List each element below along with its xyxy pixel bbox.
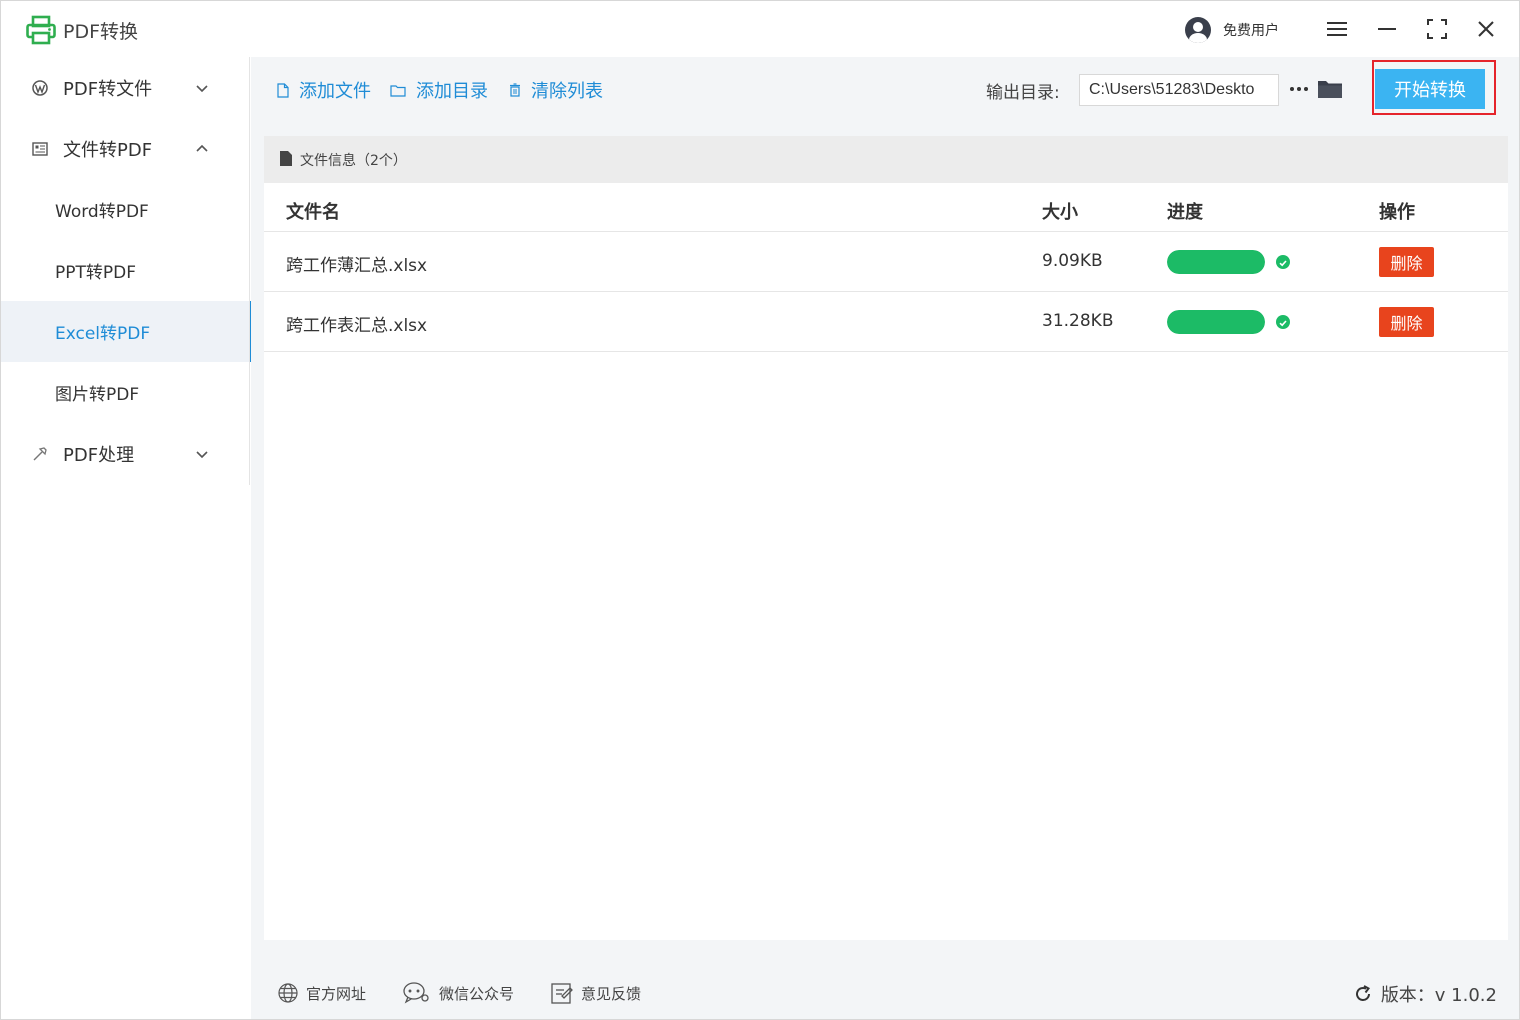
close-icon[interactable] (1472, 15, 1500, 43)
file-name: 跨工作薄汇总.xlsx (286, 256, 428, 276)
user-avatar-icon[interactable] (1185, 17, 1211, 43)
file-size: 9.09KB (1042, 251, 1103, 271)
table-row[interactable]: 跨工作薄汇总.xlsx 9.09KB 删除 (264, 232, 1508, 292)
minimize-icon[interactable] (1373, 15, 1401, 43)
document-list-icon (32, 141, 48, 157)
column-header-action: 操作 (1379, 202, 1415, 223)
open-folder-icon[interactable] (1317, 77, 1343, 101)
refresh-icon (1355, 985, 1370, 1001)
chevron-down-icon (196, 84, 208, 92)
add-file-label: 添加文件 (299, 81, 371, 102)
sidebar-item-label: PPT转PDF (55, 263, 137, 283)
output-dir-field[interactable]: C:\Users\51283\Deskto (1079, 74, 1279, 106)
table-row[interactable]: 跨工作表汇总.xlsx 31.28KB 删除 (264, 292, 1508, 352)
output-dir-label: 输出目录: (986, 83, 1060, 103)
nav-group-pdf-to-file[interactable]: PDF转文件 (1, 57, 251, 118)
clear-list-button[interactable]: 清除列表 (509, 77, 603, 103)
sidebar-item-word-to-pdf[interactable]: Word转PDF (1, 179, 251, 240)
globe-icon (278, 983, 298, 1003)
wechat-icon (403, 982, 429, 1004)
check-circle-icon (1276, 315, 1290, 329)
nav-group-label: 文件转PDF (63, 139, 153, 161)
main-content: 添加文件 添加目录 清除列表 输出目录: C:\Users\51283\Desk… (251, 57, 1519, 1019)
file-name: 跨工作表汇总.xlsx (286, 316, 428, 336)
nav-group-label: PDF处理 (63, 444, 135, 466)
file-info-header: 文件信息（2个） (264, 136, 1508, 183)
maximize-icon[interactable] (1423, 15, 1451, 43)
folder-outline-icon (390, 84, 406, 97)
chevron-up-icon (196, 144, 208, 152)
wechat-account-link[interactable]: 微信公众号 (403, 981, 514, 1005)
add-file-button[interactable]: 添加文件 (277, 77, 371, 103)
file-icon (277, 82, 289, 98)
progress-bar (1167, 310, 1265, 334)
trash-icon (510, 83, 520, 97)
nav-group-pdf-tools[interactable]: PDF处理 (1, 423, 251, 484)
more-options-icon[interactable] (1287, 79, 1311, 99)
sidebar-divider (249, 57, 250, 485)
sidebar-item-label: 图片转PDF (55, 385, 140, 405)
file-panel: 文件信息（2个） 文件名 大小 进度 操作 跨工作薄汇总.xlsx 9.09KB… (264, 136, 1508, 940)
printer-logo-icon (26, 15, 56, 45)
document-icon (280, 151, 292, 166)
feedback-label: 意见反馈 (581, 984, 642, 1003)
file-size: 31.28KB (1042, 311, 1114, 331)
app-window: PDF转换 免费用户 PDF转文件 文件转PDF Word转PDF PPT转PD… (0, 0, 1520, 1020)
sidebar-item-image-to-pdf[interactable]: 图片转PDF (1, 362, 251, 423)
nav-group-file-to-pdf[interactable]: 文件转PDF (1, 118, 251, 179)
official-website-link[interactable]: 官方网址 (278, 981, 366, 1005)
delete-button[interactable]: 删除 (1379, 307, 1434, 337)
clear-list-label: 清除列表 (531, 81, 603, 102)
add-directory-button[interactable]: 添加目录 (390, 77, 488, 103)
column-header-size: 大小 (1042, 202, 1078, 223)
file-info-title: 文件信息（2个） (300, 152, 407, 169)
user-name[interactable]: 免费用户 (1223, 20, 1279, 40)
delete-button[interactable]: 删除 (1379, 247, 1434, 277)
add-directory-label: 添加目录 (416, 81, 488, 102)
official-website-label: 官方网址 (306, 984, 367, 1003)
table-header: 文件名 大小 进度 操作 (264, 183, 1508, 232)
sidebar-item-label: Excel转PDF (55, 324, 151, 344)
sidebar-item-ppt-to-pdf[interactable]: PPT转PDF (1, 240, 251, 301)
sidebar-item-excel-to-pdf[interactable]: Excel转PDF (1, 301, 251, 362)
start-convert-button[interactable]: 开始转换 (1375, 69, 1485, 109)
version-label: 版本：v 1.0.2 (1380, 985, 1497, 1006)
title-bar: PDF转换 免费用户 (1, 1, 1519, 57)
toolbar: 添加文件 添加目录 清除列表 输出目录: C:\Users\51283\Desk… (251, 57, 1519, 123)
feedback-link[interactable]: 意见反馈 (551, 981, 641, 1005)
chevron-down-icon (196, 450, 208, 458)
column-header-progress: 进度 (1167, 202, 1203, 223)
edit-note-icon (551, 983, 573, 1004)
version-info[interactable]: 版本：v 1.0.2 (1353, 981, 1497, 1007)
progress-bar (1167, 250, 1265, 274)
sidebar: PDF转文件 文件转PDF Word转PDF PPT转PDF Excel转PDF… (1, 57, 251, 1019)
menu-icon[interactable] (1323, 15, 1351, 43)
app-title: PDF转换 (63, 21, 139, 43)
column-header-name: 文件名 (286, 202, 340, 223)
footer: 官方网址 微信公众号 意见反馈 版本：v 1.0.2 (251, 963, 1519, 1019)
sidebar-item-label: Word转PDF (55, 202, 149, 222)
check-circle-icon (1276, 255, 1290, 269)
wordpress-icon (32, 79, 48, 96)
nav-group-label: PDF转文件 (63, 78, 153, 100)
hammer-icon (32, 446, 48, 462)
wechat-account-label: 微信公众号 (439, 984, 515, 1003)
